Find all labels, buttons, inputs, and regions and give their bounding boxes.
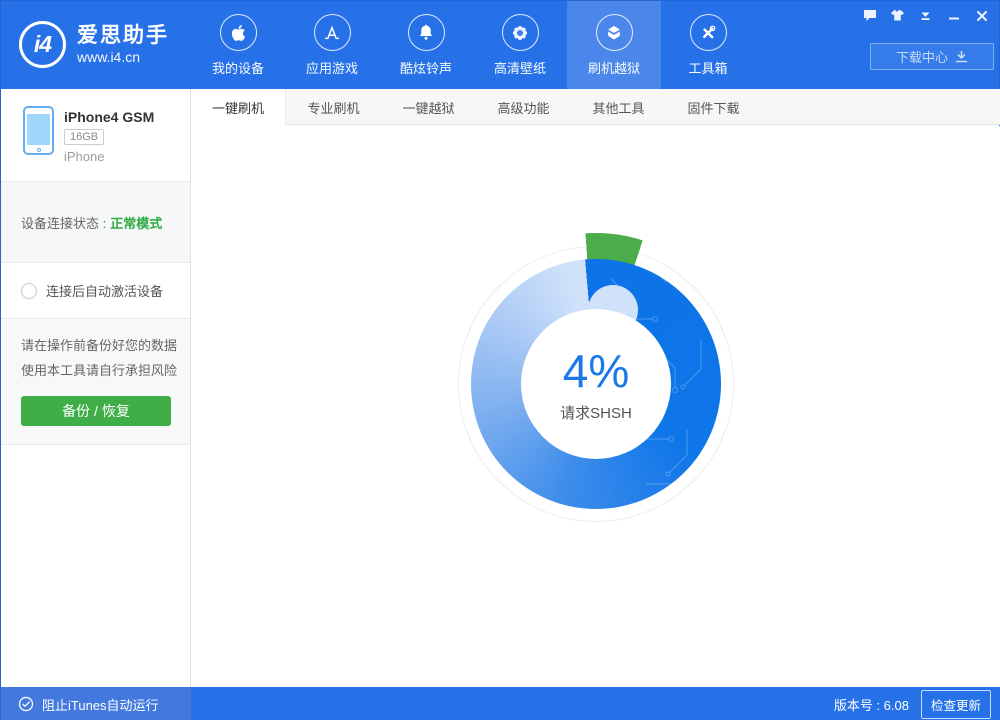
block-itunes-toggle[interactable]: 阻止iTunes自动运行 <box>1 687 191 720</box>
nav-label: 我的设备 <box>212 58 264 77</box>
nav-label: 刷机越狱 <box>588 58 640 77</box>
brand-url: www.i4.cn <box>77 48 169 66</box>
status-value: 正常模式 <box>110 213 162 232</box>
progress-center: 4% 请求SHSH <box>521 309 671 459</box>
feedback-icon[interactable] <box>862 8 877 23</box>
progress-ring: 4% 请求SHSH <box>445 233 747 535</box>
device-name: iPhone4 GSM <box>64 109 154 125</box>
status-label: 设备连接状态 : <box>21 213 106 232</box>
check-circle-icon <box>18 696 34 712</box>
nav-item-flash-jailbreak[interactable]: 刷机越狱 <box>567 1 661 89</box>
nav-label: 应用游戏 <box>306 58 358 77</box>
flash-box-icon <box>604 23 624 43</box>
progress-status-text: 请求SHSH <box>560 402 632 423</box>
nav-label: 工具箱 <box>688 58 727 77</box>
nav-item-wallpapers[interactable]: 高清壁纸 <box>473 1 567 89</box>
download-center-button[interactable]: 下载中心 <box>870 43 994 70</box>
device-info: iPhone4 GSM 16GB iPhone <box>1 89 190 182</box>
i4-logo: i4 <box>19 21 66 68</box>
nav-item-my-device[interactable]: 我的设备 <box>191 1 285 89</box>
auto-activate-radio[interactable] <box>21 283 37 299</box>
main-content: 4% 请求SHSH <box>191 126 1000 687</box>
warning-line-1: 请在操作前备份好您的数据 <box>21 333 190 358</box>
check-update-button[interactable]: 检查更新 <box>921 690 991 719</box>
tabbar: 一键刷机 专业刷机 一键越狱 高级功能 其他工具 固件下载 <box>191 89 1000 125</box>
close-icon[interactable] <box>974 8 989 23</box>
logo-monogram: i4 <box>34 31 51 58</box>
minimize-icon[interactable] <box>946 8 961 23</box>
brand-title: 爱思助手 <box>77 24 169 48</box>
version-text: 版本号 : 6.08 <box>834 695 909 714</box>
block-itunes-label: 阻止iTunes自动运行 <box>42 695 159 714</box>
nav-item-apps-games[interactable]: 应用游戏 <box>285 1 379 89</box>
device-model: iPhone <box>64 149 104 164</box>
nav-item-ringtones[interactable]: 酷炫铃声 <box>379 1 473 89</box>
apple-icon <box>231 24 246 42</box>
skin-icon[interactable] <box>890 8 905 23</box>
app-window: i4 爱思助手 www.i4.cn 我的设备 <box>0 0 1000 720</box>
tab-advanced[interactable]: 高级功能 <box>476 89 571 125</box>
backup-restore-button[interactable]: 备份 / 恢复 <box>21 396 171 426</box>
collapse-icon[interactable] <box>918 8 933 23</box>
tab-other-tools[interactable]: 其他工具 <box>571 89 666 125</box>
nav-label: 高清壁纸 <box>494 58 546 77</box>
nav-label: 酷炫铃声 <box>400 58 452 77</box>
sidebar: iPhone4 GSM 16GB iPhone 设备连接状态 : 正常模式 连接… <box>1 89 191 687</box>
progress-percent: 4% <box>563 346 629 396</box>
tab-one-click-jailbreak[interactable]: 一键越狱 <box>381 89 476 125</box>
tab-firmware-download[interactable]: 固件下载 <box>666 89 761 125</box>
brand: i4 爱思助手 www.i4.cn <box>19 21 169 68</box>
titlebar-icons <box>862 8 989 23</box>
appstore-icon <box>322 23 342 43</box>
tab-pro-flash[interactable]: 专业刷机 <box>286 89 381 125</box>
download-center-label: 下载中心 <box>896 47 948 66</box>
main-nav: 我的设备 应用游戏 酷炫铃声 <box>191 1 755 89</box>
warning-section: 请在操作前备份好您的数据 使用本工具请自行承担风险 备份 / 恢复 <box>1 319 190 445</box>
device-capacity-badge: 16GB <box>64 129 104 145</box>
auto-activate-label: 连接后自动激活设备 <box>46 281 163 300</box>
connection-status: 设备连接状态 : 正常模式 <box>1 182 190 263</box>
header: i4 爱思助手 www.i4.cn 我的设备 <box>1 1 999 89</box>
bell-icon <box>416 23 436 43</box>
footer: 阻止iTunes自动运行 版本号 : 6.08 检查更新 <box>1 687 1000 720</box>
auto-activate-row: 连接后自动激活设备 <box>1 263 190 319</box>
tab-one-click-flash[interactable]: 一键刷机 <box>191 89 286 126</box>
nav-item-toolbox[interactable]: 工具箱 <box>661 1 755 89</box>
iphone-icon <box>23 106 54 155</box>
download-icon <box>955 50 968 63</box>
warning-line-2: 使用本工具请自行承担风险 <box>21 358 190 383</box>
toolbox-icon <box>698 23 718 43</box>
wallpaper-icon <box>510 23 530 43</box>
